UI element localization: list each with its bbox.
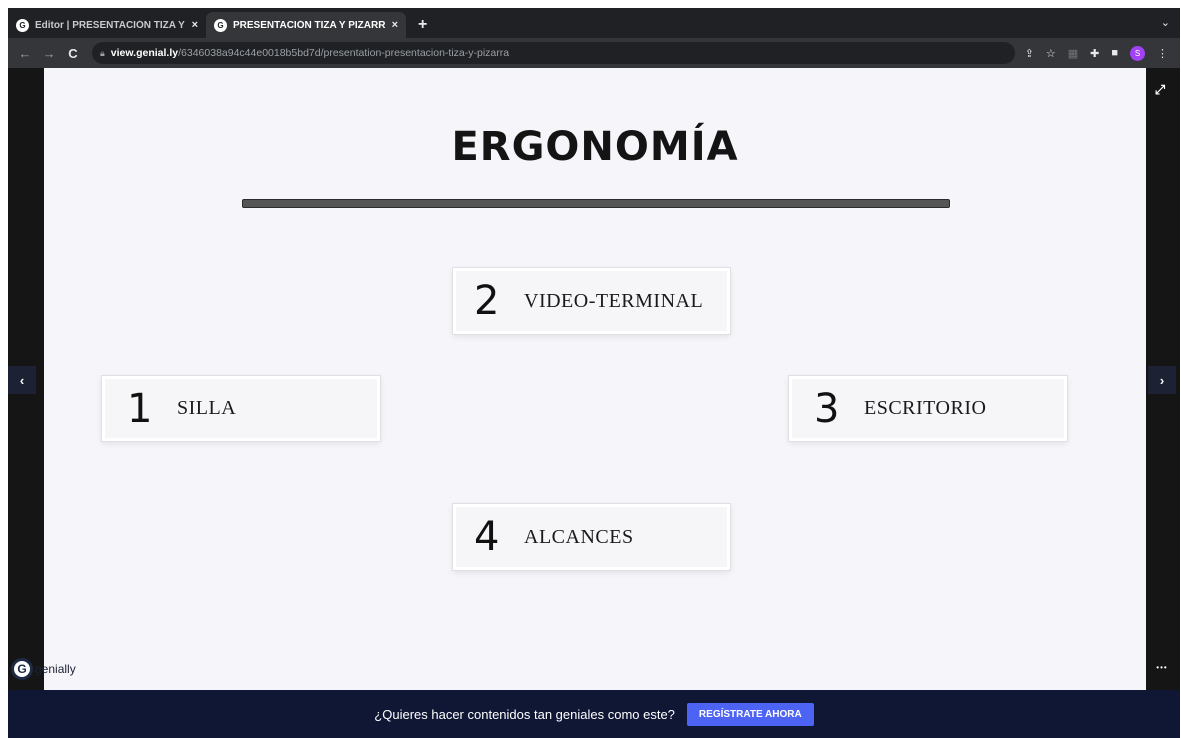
tab-close-icon[interactable]: × xyxy=(392,19,398,31)
share-icon[interactable]: ⇪ xyxy=(1025,47,1034,60)
url-path: /6346038a94c44e0018b5bd7d/presentation-p… xyxy=(178,47,510,59)
genially-logo[interactable]: G genially xyxy=(11,658,76,680)
card-label: VIDEO-TERMINAL xyxy=(524,289,704,312)
more-options-button[interactable]: ••• xyxy=(1150,658,1174,676)
card-label: ALCANCES xyxy=(524,525,634,548)
more-menu-icon[interactable]: ⋮ xyxy=(1157,47,1168,60)
back-arrow-icon[interactable]: ← xyxy=(18,46,32,61)
card-number: 1 xyxy=(127,385,153,432)
card-number: 4 xyxy=(474,514,500,560)
tab-title: PRESENTACIÓN TIZA Y PIZARR xyxy=(233,19,386,31)
tab-search-icon[interactable]: ⌄ xyxy=(1161,16,1170,29)
tab-presentation[interactable]: G PRESENTACIÓN TIZA Y PIZARR × xyxy=(206,12,406,38)
card-number: 3 xyxy=(814,385,840,432)
card-label: SILLA xyxy=(177,397,237,419)
slide-canvas: ERGONOMÍA 1 SILLA 2 VIDEO-TERMINAL 3 ESC… xyxy=(44,68,1146,690)
banner-message: ¿Quieres hacer contenidos tan geniales c… xyxy=(374,706,675,722)
profile-avatar[interactable]: S xyxy=(1130,45,1145,61)
card-label: ESCRITORIO xyxy=(864,397,987,419)
browser-tab-bar: G Editor | PRESENTACIÓN TIZA Y × G PRESE… xyxy=(8,8,1180,38)
tab-close-icon[interactable]: × xyxy=(192,19,198,31)
url-field[interactable]: 🔒︎ view.genial.ly /6346038a94c44e0018b5b… xyxy=(92,42,1015,64)
puzzle-extensions-icon[interactable]: ✚ xyxy=(1090,47,1099,60)
tab-editor[interactable]: G Editor | PRESENTACIÓN TIZA Y × xyxy=(8,12,206,38)
prev-slide-button[interactable]: ‹ xyxy=(8,366,36,394)
register-button[interactable]: REGÍSTRATE AHORA xyxy=(686,702,814,726)
genially-logo-icon: G xyxy=(11,658,33,680)
bookmark-star-icon[interactable]: ☆ xyxy=(1046,47,1056,60)
tab-title: Editor | PRESENTACIÓN TIZA Y xyxy=(35,19,185,31)
genially-favicon-icon: G xyxy=(16,18,29,32)
fullscreen-icon[interactable]: ⤢ xyxy=(1150,80,1170,100)
genially-favicon-icon: G xyxy=(214,18,227,32)
signup-banner: ¿Quieres hacer contenidos tan geniales c… xyxy=(8,690,1180,738)
reload-icon[interactable]: C xyxy=(66,46,80,61)
next-slide-button[interactable]: › xyxy=(1148,366,1176,394)
new-tab-button[interactable]: + xyxy=(418,16,427,34)
browser-address-bar: ← → C 🔒︎ view.genial.ly /6346038a94c44e0… xyxy=(8,38,1180,68)
card-number: 2 xyxy=(474,278,500,324)
url-host: view.genial.ly xyxy=(110,47,179,59)
slide-title: ERGONOMÍA xyxy=(451,124,739,170)
card-silla[interactable]: 1 SILLA xyxy=(102,376,380,441)
card-escritorio[interactable]: 3 ESCRITORIO xyxy=(789,376,1067,441)
extension-icon[interactable]: ▦ xyxy=(1068,47,1078,60)
side-panel-icon[interactable]: ■ xyxy=(1111,47,1118,59)
genially-logo-text: genially xyxy=(35,662,76,676)
chalk-divider xyxy=(242,199,950,208)
lock-icon: 🔒︎ xyxy=(100,47,105,58)
forward-arrow-icon[interactable]: → xyxy=(42,46,56,61)
card-video-terminal[interactable]: 2 VIDEO-TERMINAL xyxy=(453,268,730,334)
card-alcances[interactable]: 4 ALCANCES xyxy=(453,504,730,570)
